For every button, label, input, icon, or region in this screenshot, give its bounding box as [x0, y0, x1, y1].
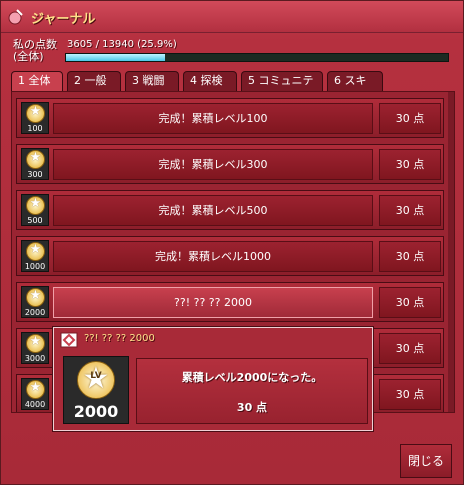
tab-general[interactable]: 2 一般: [67, 71, 121, 91]
badge-number: 300: [27, 170, 43, 179]
achievement-title-button[interactable]: 完成！累積レベル300: [53, 149, 373, 180]
tab-bar: 1 全体 2 一般 3 戦闘 4 探検 5 コミュニティ 6 スキル: [11, 71, 451, 105]
close-button[interactable]: 閉じる: [400, 444, 452, 478]
achievement-title-button[interactable]: ??! ?? ?? 2000: [53, 287, 373, 318]
list-scrollbar[interactable]: [448, 92, 454, 412]
level-badge: 2000: [21, 286, 49, 318]
badge-number: 4000: [24, 400, 46, 409]
list-item: 500 完成！累積レベル500 30 点: [16, 190, 444, 230]
score-label: 私の点数 (全体): [13, 38, 57, 63]
achievement-points: 30 点: [379, 287, 441, 318]
score-progress-bar: [65, 53, 449, 62]
achievement-title-button[interactable]: 完成！累積レベル500: [53, 195, 373, 226]
star-icon: [26, 150, 45, 169]
window-title: ジャーナル: [31, 12, 96, 27]
star-icon: [26, 104, 45, 123]
badge-lv-label: LV: [90, 371, 102, 381]
achievement-tooltip: ??! ?? ?? 2000 LV 2000 累積レベル2000になった。 30…: [53, 327, 373, 431]
achievement-points: 30 点: [379, 379, 441, 410]
achievement-points: 30 点: [379, 333, 441, 364]
tab-all[interactable]: 1 全体: [11, 71, 63, 91]
star-icon: [26, 242, 45, 261]
level-badge: 500: [21, 194, 49, 226]
achievement-points: 30 点: [379, 195, 441, 226]
achievement-points: 30 点: [379, 149, 441, 180]
score-value: 3605 / 13940 (25.9%): [67, 39, 177, 50]
tooltip-level-badge: LV 2000: [63, 356, 129, 424]
tooltip-points: 30 点: [236, 401, 268, 414]
score-progress-fill: [66, 54, 165, 61]
list-item: 100 完成！累積レベル100 30 点: [16, 98, 444, 138]
score-area: 私の点数 (全体) 3605 / 13940 (25.9%): [9, 37, 455, 67]
title-bar[interactable]: ジャーナル: [1, 1, 463, 33]
level-badge: 100: [21, 102, 49, 134]
badge-number: 2000: [73, 402, 119, 421]
badge-number: 2000: [24, 308, 46, 317]
list-item: 1000 完成！累積レベル1000 30 点: [16, 236, 444, 276]
tab-battle[interactable]: 3 戦闘: [125, 71, 179, 91]
tab-community[interactable]: 5 コミュニティ: [241, 71, 323, 105]
list-item: 2000 ??! ?? ?? 2000 30 点: [16, 282, 444, 322]
achievement-points: 30 点: [379, 103, 441, 134]
star-icon: [26, 196, 45, 215]
star-icon: [26, 334, 45, 353]
tooltip-description-box: 累積レベル2000になった。 30 点: [136, 358, 368, 424]
tab-explore[interactable]: 4 探検: [183, 71, 237, 91]
journal-icon: [8, 9, 23, 25]
badge-number: 100: [27, 124, 43, 133]
achievement-points: 30 点: [379, 241, 441, 272]
achievement-title-button[interactable]: 完成！累積レベル1000: [53, 241, 373, 272]
tooltip-description: 累積レベル2000になった。: [181, 371, 323, 384]
level-badge: 300: [21, 148, 49, 180]
star-icon: [26, 380, 45, 399]
tab-skill[interactable]: 6 スキル: [327, 71, 383, 105]
level-badge: 3000: [21, 332, 49, 364]
level-badge: 1000: [21, 240, 49, 272]
tooltip-title: ??! ?? ?? 2000: [84, 333, 155, 344]
journal-window: ジャーナル 私の点数 (全体) 3605 / 13940 (25.9%) 1 全…: [0, 0, 464, 485]
badge-number: 500: [27, 216, 43, 225]
level-badge: 4000: [21, 378, 49, 410]
badge-number: 1000: [24, 262, 46, 271]
list-item: 300 完成！累積レベル300 30 点: [16, 144, 444, 184]
achievement-title-button[interactable]: 完成！累積レベル100: [53, 103, 373, 134]
chain-icon: [60, 332, 78, 348]
star-icon: [26, 288, 45, 307]
badge-number: 3000: [24, 354, 46, 363]
